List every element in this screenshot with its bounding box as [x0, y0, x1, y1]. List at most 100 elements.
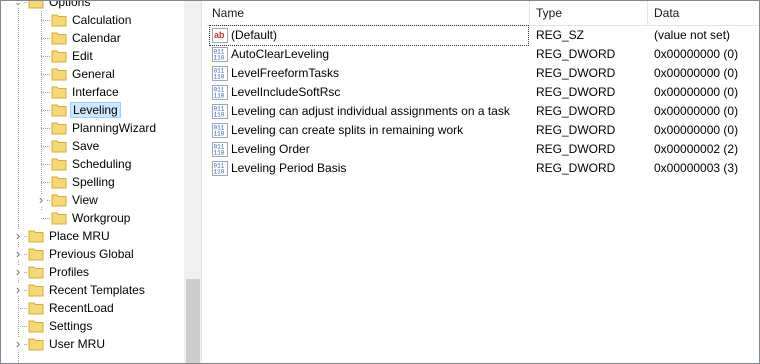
folder-icon [51, 175, 67, 189]
tree-item-label: User MRU [49, 337, 105, 351]
collapse-chevron-icon[interactable]: ⌄ [13, 1, 23, 8]
registry-value-row[interactable]: 011 110 Leveling can adjust individual ass… [206, 102, 759, 121]
folder-icon [51, 67, 67, 81]
tree-connector-line [41, 146, 50, 147]
folder-icon [28, 265, 44, 279]
tree-item-scheduling[interactable]: Scheduling [1, 155, 184, 173]
tree-connector-line [41, 56, 50, 57]
tree-connector-line [41, 218, 50, 219]
value-name: LevelFreeformTasks [231, 66, 340, 80]
expand-chevron-icon[interactable]: › [13, 247, 23, 260]
folder-icon [51, 31, 67, 45]
dword-value-icon: 011 110 [212, 104, 228, 119]
tree-item-options[interactable]: ⌄ Options [1, 1, 184, 11]
column-header-data[interactable]: Data [648, 1, 759, 26]
folder-icon [28, 301, 44, 315]
tree-item-recent-templates[interactable]: › Recent Templates [1, 281, 184, 299]
value-name: AutoClearLeveling [231, 47, 330, 61]
tree-item-workgroup[interactable]: Workgroup [1, 209, 184, 227]
value-name-cell: 011 110 Leveling Order [210, 140, 528, 159]
tree-item-label: Scheduling [72, 157, 132, 171]
tree-item-label: Previous Global [49, 247, 134, 261]
tree-item-user-mru[interactable]: › User MRU [1, 335, 184, 353]
tree-item-save[interactable]: Save [1, 137, 184, 155]
tree-item-label: Options [49, 1, 91, 9]
tree-item-label: Workgroup [72, 211, 131, 225]
tree-scrollbar-thumb[interactable] [186, 279, 200, 363]
tree-item-planningwizard[interactable]: PlanningWizard [1, 119, 184, 137]
registry-values-list[interactable]: Name Type Data ab (Default) REG_SZ (value n… [206, 1, 759, 363]
value-data: 0x00000000 (0) [654, 47, 739, 61]
tree-item-label: Save [72, 139, 100, 153]
registry-value-row[interactable]: 011 110 Leveling Period Basis REG_DWORD 0x00… [206, 159, 759, 178]
folder-icon [51, 139, 67, 153]
tree-item-calculation[interactable]: Calculation [1, 11, 184, 29]
registry-value-row[interactable]: ab (Default) REG_SZ (value not set) [206, 25, 759, 46]
value-name-cell: 011 110 AutoClearLeveling [210, 45, 528, 64]
tree-item-label: Place MRU [49, 229, 110, 243]
tree-connector-line [41, 92, 50, 93]
tree-connector-line [41, 110, 50, 111]
folder-icon [51, 49, 67, 63]
column-header-type[interactable]: Type [530, 1, 648, 26]
tree-item-label: General [72, 67, 115, 81]
folder-icon [51, 211, 67, 225]
folder-icon [51, 157, 67, 171]
value-data: 0x00000003 (3) [654, 161, 739, 175]
value-type: REG_DWORD [536, 161, 616, 175]
expand-chevron-icon[interactable]: › [13, 337, 23, 350]
tree-item-recentload[interactable]: RecentLoad [1, 299, 184, 317]
tree-item-label: Edit [72, 49, 93, 63]
tree-item-calendar[interactable]: Calendar [1, 29, 184, 47]
value-data: 0x00000000 (0) [654, 66, 739, 80]
expand-chevron-icon[interactable]: › [13, 283, 23, 296]
registry-value-row[interactable]: 011 110 LevelIncludeSoftRsc REG_DWORD 0x0000… [206, 83, 759, 102]
value-name: LevelIncludeSoftRsc [231, 85, 341, 99]
tree-item-label: PlanningWizard [72, 121, 157, 135]
tree-item-previous-global[interactable]: › Previous Global [1, 245, 184, 263]
expand-chevron-icon[interactable]: › [36, 193, 46, 206]
tree-item-spelling[interactable]: Spelling [1, 173, 184, 191]
svg-text:110: 110 [214, 74, 225, 81]
registry-value-row[interactable]: 011 110 LevelFreeformTasks REG_DWORD 0x00000… [206, 64, 759, 83]
registry-editor-window: ⌄ Options Calculation Calendar Edit General In… [0, 0, 760, 364]
tree-connector-line [41, 74, 50, 75]
tree-item-settings[interactable]: Settings [1, 317, 184, 335]
value-data: 0x00000002 (2) [654, 142, 739, 156]
value-name-cell: 011 110 Leveling Period Basis [210, 159, 528, 178]
tree-item-label: Calendar [72, 31, 121, 45]
tree-item-place-mru[interactable]: › Place MRU [1, 227, 184, 245]
tree-item-interface[interactable]: Interface [1, 83, 184, 101]
tree-item-edit[interactable]: Edit [1, 47, 184, 65]
expand-chevron-icon[interactable]: › [13, 265, 23, 278]
string-value-icon: ab [212, 28, 228, 43]
value-data: 0x00000000 (0) [654, 123, 739, 137]
tree-item-label: Calculation [72, 13, 132, 27]
tree-connector-line [41, 38, 50, 39]
svg-text:110: 110 [214, 131, 225, 138]
value-data: (value not set) [654, 28, 731, 42]
registry-value-row[interactable]: 011 110 Leveling Order REG_DWORD 0x00000002 … [206, 140, 759, 159]
tree-vertical-scrollbar[interactable] [184, 1, 201, 363]
folder-icon [28, 229, 44, 243]
registry-value-row[interactable]: 011 110 Leveling can create splits in rema… [206, 121, 759, 140]
value-name: Leveling can create splits in remaining … [231, 123, 464, 137]
value-type: REG_DWORD [536, 104, 616, 118]
value-name: Leveling can adjust individual assignmen… [231, 104, 510, 118]
column-header-name[interactable]: Name [206, 1, 530, 26]
tree-item-leveling[interactable]: Leveling [1, 101, 184, 119]
expand-chevron-icon[interactable]: › [13, 229, 23, 242]
tree-item-label: Interface [72, 85, 119, 99]
registry-key-tree[interactable]: ⌄ Options Calculation Calendar Edit General In… [1, 1, 199, 363]
registry-value-row[interactable]: 011 110 AutoClearLeveling REG_DWORD 0x000000… [206, 45, 759, 64]
tree-item-view[interactable]: › View [1, 191, 184, 209]
dword-value-icon: 011 110 [212, 66, 228, 81]
tree-item-profiles[interactable]: › Profiles [1, 263, 184, 281]
folder-icon [51, 121, 67, 135]
tree-connector-line [41, 164, 50, 165]
folder-icon [28, 247, 44, 261]
svg-text:110: 110 [214, 55, 225, 62]
folder-icon [51, 13, 67, 27]
value-name: Leveling Period Basis [231, 161, 347, 175]
tree-item-general[interactable]: General [1, 65, 184, 83]
